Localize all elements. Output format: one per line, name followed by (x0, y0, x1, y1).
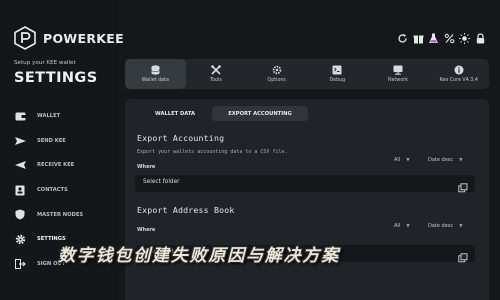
contacts-icon (14, 184, 26, 196)
info-icon (454, 65, 464, 75)
tab-label: Debug (329, 78, 346, 83)
filter-value: All (394, 157, 401, 163)
tab-wallet-data[interactable]: Wallet data (125, 59, 186, 89)
tab-tools[interactable]: Tools (186, 59, 247, 89)
sidebar-item-label: WALLET (37, 113, 61, 120)
subtab-bar: WALLET DATA EXPORT ACCOUNTING (138, 106, 308, 121)
wallet-data-panel: WALLET DATA EXPORT ACCOUNTING Export Acc… (125, 99, 489, 300)
send-arrow-icon (14, 135, 26, 147)
filter-dropdown[interactable]: All ▼ (394, 223, 410, 229)
sidebar-item-wallet[interactable]: WALLET (14, 104, 83, 129)
network-icon (393, 65, 403, 75)
filter-dropdown[interactable]: All ▼ (394, 157, 410, 163)
refresh-icon[interactable] (397, 32, 409, 44)
flask-icon[interactable] (428, 32, 440, 44)
chevron-down-icon: ▼ (406, 157, 410, 163)
gift-icon[interactable] (412, 32, 424, 44)
copy-icon[interactable] (458, 248, 468, 263)
subtab-export-accounting[interactable]: EXPORT ACCOUNTING (212, 106, 308, 121)
filter-value: All (394, 223, 401, 229)
shield-icon (14, 209, 26, 221)
sort-value: Date desc (428, 223, 454, 229)
sort-value: Date desc (428, 157, 454, 163)
export-accounting-description: Export your wallets accounting data to a… (137, 149, 288, 155)
sort-dropdown[interactable]: Date desc ▼ (428, 157, 463, 163)
powerkee-logo-icon (14, 26, 36, 50)
tab-debug[interactable]: Debug (307, 59, 368, 89)
where-label: Where (137, 164, 156, 170)
wallet-icon (14, 110, 26, 122)
sidebar-item-contacts[interactable]: CONTACTS (14, 178, 83, 203)
subtab-wallet-data[interactable]: WALLET DATA (138, 106, 212, 121)
tools-icon (211, 65, 221, 75)
receive-arrow-icon (14, 159, 26, 171)
chevron-down-icon: ▼ (406, 223, 410, 229)
database-icon (150, 65, 160, 75)
brand-name: POWERKEE (43, 30, 124, 46)
folder-placeholder: Select folder (143, 179, 180, 185)
tab-label: Options (267, 78, 286, 83)
options-icon (272, 65, 282, 75)
copy-icon[interactable] (458, 178, 468, 193)
sidebar-item-send-kee[interactable]: SEND KEE (14, 129, 83, 154)
export-address-book-title: Export Address Book (137, 205, 235, 215)
sign-out-icon (14, 258, 26, 270)
debug-icon (332, 65, 342, 75)
export-accounting-title: Export Accounting (137, 133, 225, 143)
tab-options[interactable]: Options (246, 59, 307, 89)
sidebar-item-receive-kee[interactable]: RECEIVE KEE (14, 153, 83, 178)
settings-tabbar: Wallet data Tools Options Debug Network … (125, 59, 489, 89)
chevron-down-icon: ▼ (459, 223, 463, 229)
lock-icon[interactable] (474, 32, 486, 44)
where-label: Where (137, 227, 156, 233)
select-folder-field[interactable]: Select folder (135, 175, 475, 193)
sidebar-item-label: SEND KEE (37, 137, 66, 144)
tab-label: Tools (210, 78, 222, 83)
sidebar-item-label: RECEIVE KEE (37, 162, 75, 169)
gear-icon (14, 233, 26, 245)
overlay-caption: 数字钱包创建失败原因与解决方案 (58, 246, 340, 266)
chevron-down-icon: ▼ (459, 157, 463, 163)
sidebar-item-master-nodes[interactable]: MASTER NODES (14, 202, 83, 227)
percent-icon[interactable] (443, 32, 455, 44)
tab-label: Wallet data (141, 78, 169, 83)
sun-icon[interactable] (459, 32, 471, 44)
page-title: SETTINGS (14, 70, 98, 86)
tab-label: Kee Core V4.3.4 (439, 78, 478, 83)
tab-network[interactable]: Network (368, 59, 429, 89)
tab-about[interactable]: Kee Core V4.3.4 (428, 59, 489, 89)
tab-label: Network (388, 78, 409, 83)
sort-dropdown[interactable]: Date desc ▼ (428, 223, 463, 229)
setup-subtitle: Setup your KEE wallet (14, 60, 76, 66)
sidebar-item-label: MASTER NODES (37, 211, 84, 218)
sidebar-item-label: CONTACTS (37, 187, 68, 194)
brand-logo[interactable]: POWERKEE (14, 26, 124, 50)
top-toolbar (393, 32, 486, 44)
